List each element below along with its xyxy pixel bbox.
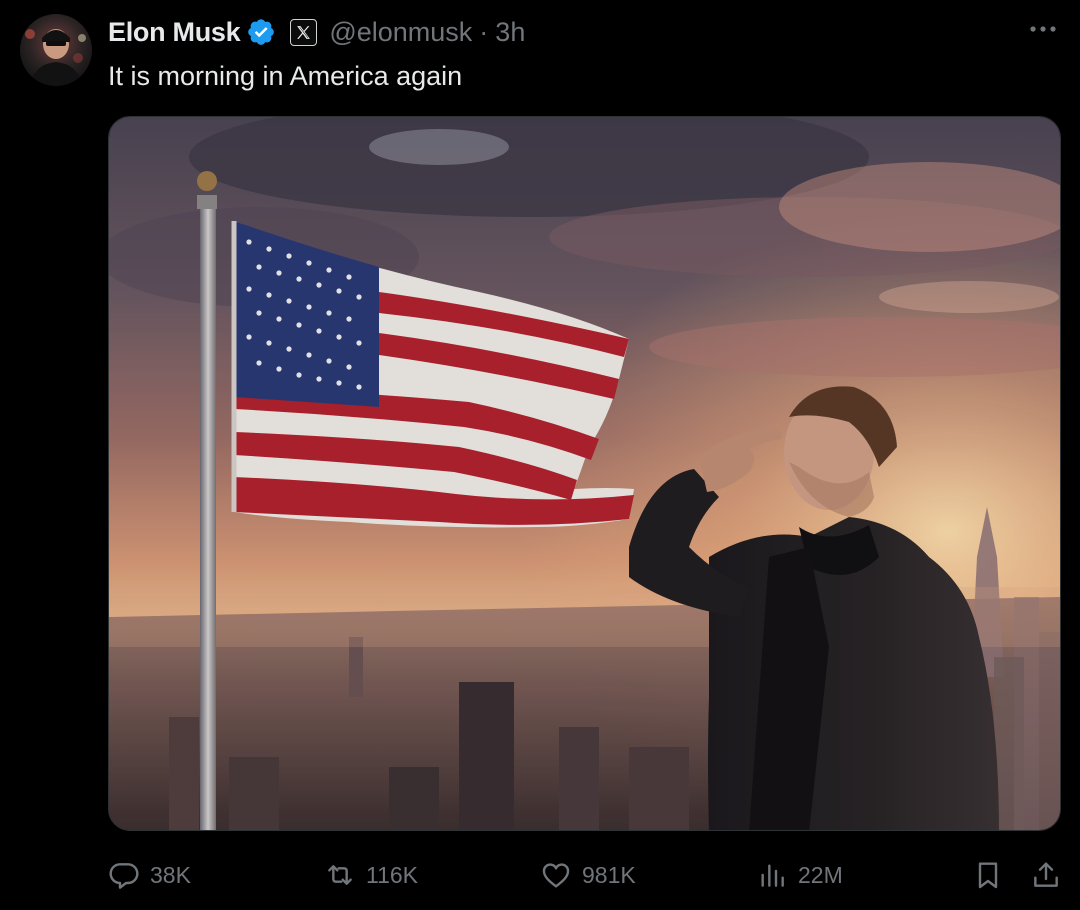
repost-count: 116K [366, 861, 419, 888]
author-handle[interactable]: @elonmusk [329, 17, 472, 48]
like-button[interactable]: 981K [540, 855, 636, 895]
timestamp[interactable]: 3h [495, 17, 525, 48]
reply-count: 38K [150, 861, 191, 888]
separator: · [479, 16, 489, 47]
tweet-header: Elon Musk @elonmusk · 3h [108, 14, 525, 50]
share-icon [1034, 862, 1058, 887]
view-count: 22M [798, 861, 843, 888]
repost-icon [328, 865, 352, 885]
repost-button[interactable]: 116K [324, 855, 418, 895]
reply-icon [109, 863, 139, 889]
verified-badge-icon[interactable] [246, 17, 276, 47]
analytics-icon [761, 864, 784, 887]
heart-icon [542, 863, 570, 888]
reply-button[interactable]: 38K [108, 855, 191, 895]
tweet-image[interactable] [108, 116, 1061, 831]
bookmark-icon [978, 862, 998, 889]
bookmark-button[interactable] [972, 855, 1004, 895]
views-button[interactable]: 22M [756, 855, 843, 895]
action-bar: 38K 116K 981K 22M [108, 855, 1063, 895]
more-options-icon[interactable] [1028, 18, 1058, 40]
like-count: 981K [582, 861, 636, 888]
tweet-text: It is morning in America again [108, 61, 463, 91]
author-name[interactable]: Elon Musk [108, 17, 241, 48]
share-button[interactable] [1030, 855, 1062, 895]
x-affiliation-icon[interactable] [290, 18, 318, 46]
avatar[interactable] [20, 14, 92, 86]
